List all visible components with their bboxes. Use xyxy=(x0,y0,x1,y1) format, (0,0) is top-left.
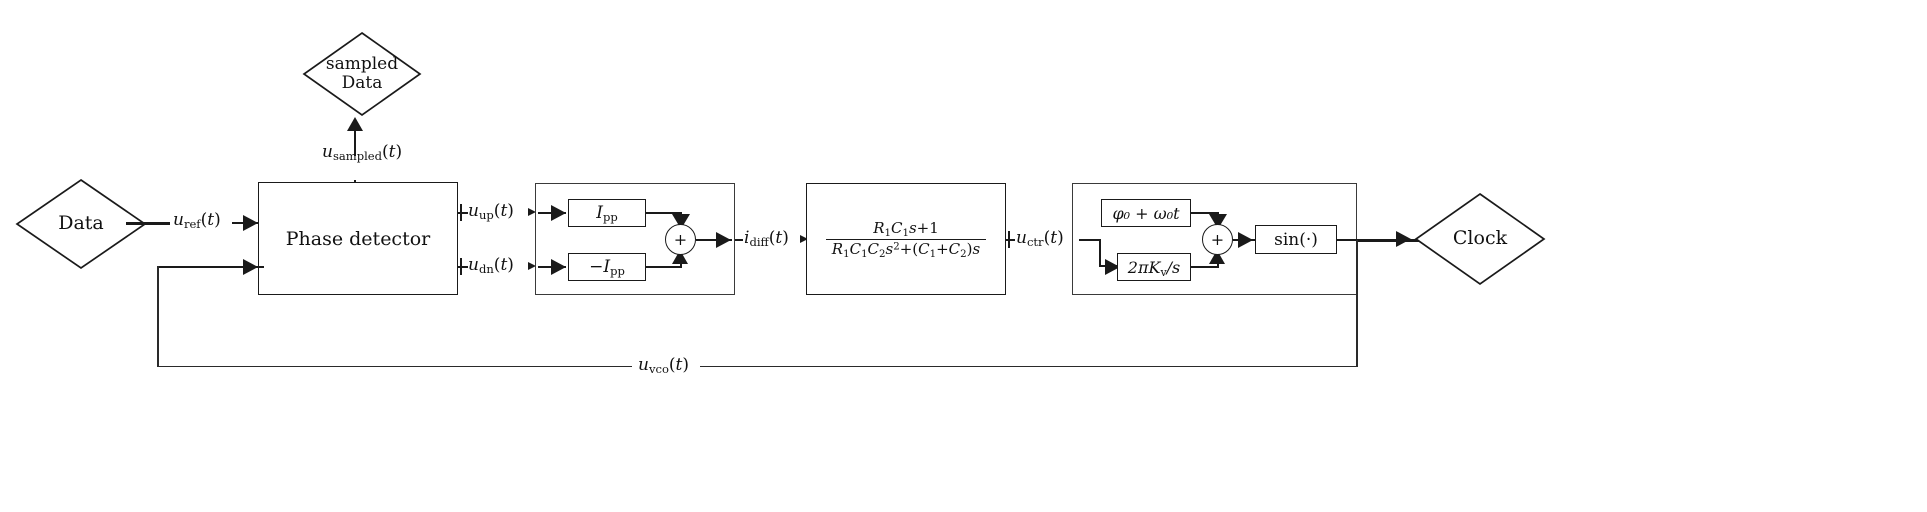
u-ctr-text: uctr(t) xyxy=(1016,228,1064,250)
wire-pd-out-up-tick xyxy=(460,204,462,221)
wire-feedback-bottom-left-seg xyxy=(157,365,632,368)
u-dn-text: udn(t) xyxy=(468,255,514,277)
phase-detector-block[interactable]: Phase detector xyxy=(258,182,458,295)
minus-ipp-label: −Ipp xyxy=(589,257,625,279)
arrowhead-uref-into-pd xyxy=(243,215,258,231)
vco-summer: + xyxy=(1202,224,1233,255)
wire-pd-out-dn-tick xyxy=(460,258,462,275)
vco-gain-label: 2πKv/s xyxy=(1127,257,1181,279)
u-ref-text: uref(t) xyxy=(173,210,221,232)
sampled-data-label-line1: sampled xyxy=(325,53,399,74)
vco-gain-block[interactable]: 2πKv/s xyxy=(1117,253,1191,281)
wire-feedback-down-right xyxy=(1356,240,1358,367)
vco-phase-offset-label: φ₀ + ω₀t xyxy=(1112,203,1180,223)
clock-terminal: Clock xyxy=(1414,192,1546,286)
arrowhead-into-clock xyxy=(1396,231,1411,247)
wire-vcogain-to-summer xyxy=(1191,266,1219,268)
arrowhead-into-minus-ipp xyxy=(551,259,566,275)
u-sampled-text: usampled(t) xyxy=(322,142,403,164)
signal-label-i-diff: idiff(t) xyxy=(744,228,789,250)
sampled-data-label-line2: Data xyxy=(341,73,383,93)
wire-sine-out-inside xyxy=(1337,239,1357,241)
vco-summer-plus-symbol: + xyxy=(1210,230,1225,249)
sampled-data-terminal: sampled Data xyxy=(302,31,422,117)
summer-plus-symbol: + xyxy=(673,230,688,249)
arrowhead-to-sampled-data xyxy=(347,117,363,131)
charge-pump-summer: + xyxy=(665,224,696,255)
arrowhead-summer-out xyxy=(716,232,731,248)
u-vco-text: uvco(t) xyxy=(638,355,690,377)
phase-detector-label: Phase detector xyxy=(285,227,431,250)
wire-idiff-stub xyxy=(735,239,743,241)
signal-label-u-ctr: uctr(t) xyxy=(1016,228,1064,250)
ipp-label: Ipp xyxy=(596,203,618,225)
block-diagram-canvas: sampled Data usampled(t) Data uref(t) Ph… xyxy=(0,0,1927,512)
arrowhead-into-sine xyxy=(1238,232,1253,248)
arrowhead-feedback-into-pd xyxy=(243,259,258,275)
signal-label-u-ref: uref(t) xyxy=(173,210,221,232)
signal-label-u-dn: udn(t) xyxy=(468,255,514,277)
wire-vco-split-vertical xyxy=(1099,239,1101,267)
vco-sine-block[interactable]: sin(·) xyxy=(1255,225,1337,254)
signal-label-u-vco: uvco(t) xyxy=(632,355,696,377)
signal-label-u-up: uup(t) xyxy=(468,201,514,223)
wire-feedback-up-left xyxy=(157,266,159,367)
loop-filter-block[interactable]: R1C1s+1 R1C1C2s2+(C1+C2)s xyxy=(806,183,1006,295)
clock-label: Clock xyxy=(1452,227,1508,250)
minus-sign: − xyxy=(589,257,604,277)
vco-phase-offset-block[interactable]: φ₀ + ω₀t xyxy=(1101,199,1191,227)
i-diff-text: idiff(t) xyxy=(744,228,789,250)
wire-data-to-uref xyxy=(126,222,170,225)
arrowhead-into-ipp xyxy=(551,205,566,221)
loop-filter-numerator: R1C1s+1 xyxy=(873,218,939,239)
loop-filter-transfer-function: R1C1s+1 R1C1C2s2+(C1+C2)s xyxy=(825,218,987,259)
wire-feedback-bottom-right-seg xyxy=(700,365,1358,368)
wire-uctr-tick xyxy=(1008,231,1010,248)
charge-pump-dn-block[interactable]: −Ipp xyxy=(568,253,646,281)
charge-pump-up-block[interactable]: Ipp xyxy=(568,199,646,227)
signal-label-u-sampled: usampled(t) xyxy=(322,142,403,164)
loop-filter-denominator: R1C1C2s2+(C1+C2)s xyxy=(825,238,987,259)
u-up-text: uup(t) xyxy=(468,201,514,223)
data-label: Data xyxy=(58,212,104,235)
vco-sine-label: sin(·) xyxy=(1274,229,1318,250)
wire-minus-ipp-to-summer xyxy=(646,266,682,268)
